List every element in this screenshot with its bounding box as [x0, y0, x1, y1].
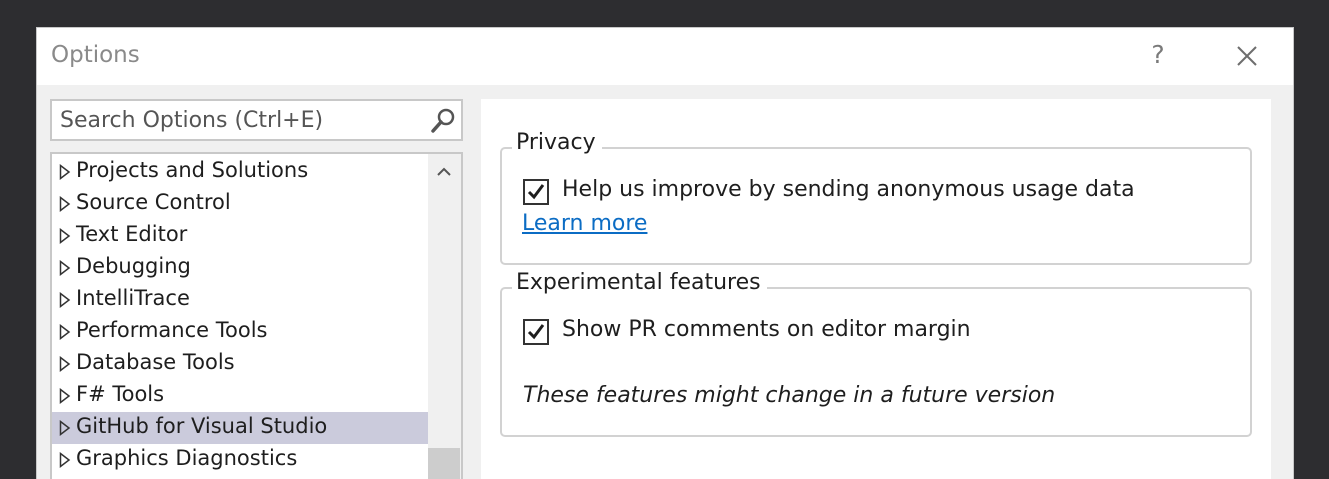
- tree-item-label: F# Tools: [76, 382, 165, 406]
- expand-arrow-icon[interactable]: [59, 292, 71, 308]
- expand-arrow-icon[interactable]: [59, 324, 71, 340]
- options-tree: Projects and Solutions Source Control Text…: [50, 152, 463, 479]
- tree-item[interactable]: Projects and Solutions: [52, 156, 428, 188]
- scroll-up-button[interactable]: [434, 162, 454, 182]
- checkmark-icon: [527, 184, 545, 200]
- expand-arrow-icon[interactable]: [59, 420, 71, 436]
- tree-item[interactable]: Text Editor: [52, 220, 428, 252]
- expand-arrow-icon[interactable]: [59, 164, 71, 180]
- tree-scrollbar[interactable]: [428, 154, 461, 479]
- tree-item[interactable]: Debugging: [52, 252, 428, 284]
- search-options-input[interactable]: Search Options (Ctrl+E): [50, 99, 463, 141]
- pr-comments-label: Show PR comments on editor margin: [562, 317, 971, 342]
- tree-item[interactable]: Performance Tools: [52, 316, 428, 348]
- tree-item-label: IntelliTrace: [76, 286, 190, 310]
- chevron-up-icon: [437, 167, 451, 176]
- tree-item-label: GitHub for Visual Studio: [76, 414, 328, 438]
- experimental-note: These features might change in a future …: [523, 383, 1056, 408]
- tree-item-label: Graphics Diagnostics: [76, 446, 298, 470]
- tree-item[interactable]: GitHub for Visual Studio: [52, 412, 428, 444]
- close-button[interactable]: [1233, 42, 1261, 70]
- help-button[interactable]: ?: [1147, 40, 1169, 69]
- expand-arrow-icon[interactable]: [59, 196, 71, 212]
- options-dialog: Options ? Search Options (Ctrl+E) Projec…: [36, 27, 1294, 479]
- usage-data-checkbox[interactable]: [523, 179, 549, 205]
- title-bar: Options ?: [37, 28, 1293, 85]
- tree-item[interactable]: Database Tools: [52, 348, 428, 380]
- search-placeholder: Search Options (Ctrl+E): [60, 108, 324, 133]
- close-icon: [1237, 46, 1257, 66]
- tree-item-label: Performance Tools: [76, 318, 268, 342]
- checkmark-icon: [527, 324, 545, 340]
- privacy-legend: Privacy: [512, 130, 602, 155]
- tree-item[interactable]: Graphics Diagnostics: [52, 444, 428, 476]
- tree-item-label: Database Tools: [76, 350, 235, 374]
- dialog-title: Options: [51, 42, 140, 68]
- usage-data-label: Help us improve by sending anonymous usa…: [562, 177, 1135, 202]
- tree-item[interactable]: IntelliTrace: [52, 284, 428, 316]
- tree-item[interactable]: Source Control: [52, 188, 428, 220]
- pr-comments-checkbox[interactable]: [523, 319, 549, 345]
- expand-arrow-icon[interactable]: [59, 388, 71, 404]
- scroll-thumb[interactable]: [428, 448, 460, 479]
- tree-item-label: Source Control: [76, 190, 231, 214]
- expand-arrow-icon[interactable]: [59, 356, 71, 372]
- expand-arrow-icon[interactable]: [59, 228, 71, 244]
- settings-pane: Privacy Help us improve by sending anony…: [481, 99, 1271, 479]
- expand-arrow-icon[interactable]: [59, 260, 71, 276]
- experimental-group: Experimental features Show PR comments o…: [500, 270, 1252, 437]
- privacy-group: Privacy Help us improve by sending anony…: [500, 130, 1252, 265]
- search-icon[interactable]: [429, 107, 457, 135]
- tree-item-label: Projects and Solutions: [76, 158, 309, 182]
- tree-item-label: Text Editor: [76, 222, 188, 246]
- tree-item-label: Debugging: [76, 254, 191, 278]
- expand-arrow-icon[interactable]: [59, 452, 71, 468]
- learn-more-link[interactable]: Learn more: [522, 211, 647, 236]
- tree-item[interactable]: F# Tools: [52, 380, 428, 412]
- experimental-legend: Experimental features: [512, 270, 767, 295]
